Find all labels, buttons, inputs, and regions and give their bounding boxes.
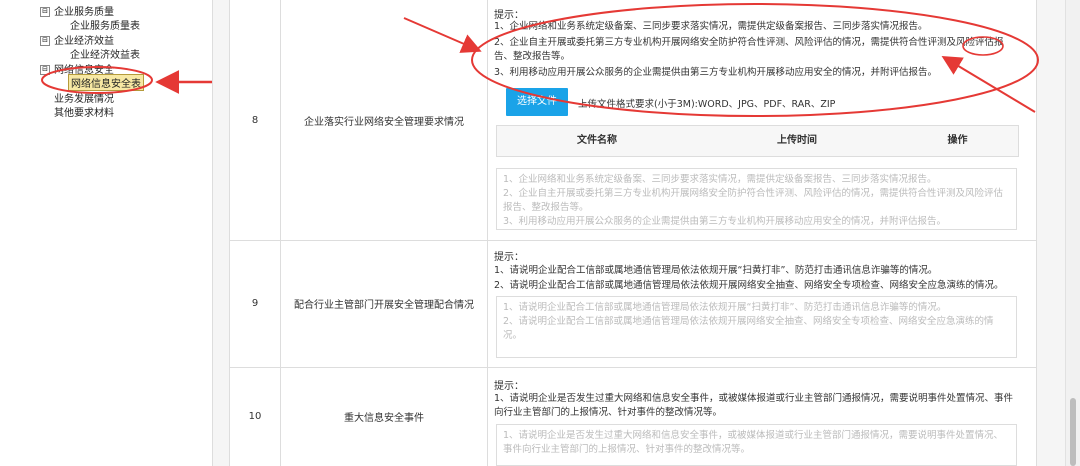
hint-title: 提示： [494,252,524,263]
row-number: 9 [230,240,281,367]
vertical-scrollbar[interactable] [1065,0,1080,466]
tree-item-economic-table[interactable]: 企业经济效益表 [70,46,140,61]
sidebar-tree: ⊟ 企业服务质量 企业服务质量表 ⊟ 企业经济效益 企业经济效益表 ⊟ 网络信息安全 … [0,0,213,466]
tree-node-economic[interactable]: ⊟ 企业经济效益 [40,32,114,47]
description-textarea[interactable]: 1、请说明企业是否发生过重大网络和信息安全事件，或被媒体报道或行业主管部门通报情… [496,424,1017,466]
upload-format-tip: 上传文件格式要求(小于3M):WORD、JPG、PDF、RAR、ZIP [578,99,836,110]
hint-line: 2、请说明企业配合工信部或属地通信管理局依法依规开展网络安全抽查、网络安全专项检… [494,280,1004,291]
hint-title: 提示： [494,381,524,392]
row-content: 提示： 1、请说明企业配合工信部或属地通信管理局依法依规开展“扫黄打非”、防范打… [488,240,1036,367]
tree-item-business-development[interactable]: 业务发展情况 [54,90,114,105]
upload-time-header: 上传时间 [777,135,817,146]
row-content: 提示： 1、企业网络和业务系统定级备案、三同步要求落实情况，需提供定级备案报告、… [488,0,1036,240]
row-item-name: 重大信息安全事件 [281,367,488,466]
main-content: 8 企业落实行业网络安全管理要求情况 提示： 1、企业网络和业务系统定级备案、三… [213,0,1065,466]
hint-line: 3、利用移动应用开展公众服务的企业需提供由第三方专业机构开展移动应用安全的情况，… [494,67,938,78]
description-textarea[interactable]: 1、请说明企业配合工信部或属地通信管理局依法依规开展“扫黄打非”、防范打击通讯信… [496,296,1017,358]
tree-node-service-quality[interactable]: ⊟ 企业服务质量 [40,3,114,18]
description-textarea[interactable]: 1、企业网络和业务系统定级备案、三同步要求落实情况，需提供定级备案报告、三同步落… [496,168,1017,230]
requirements-table: 8 企业落实行业网络安全管理要求情况 提示： 1、企业网络和业务系统定级备案、三… [229,0,1037,466]
choose-file-button[interactable]: 选择文件 [506,88,568,116]
file-name-header: 文件名称 [577,135,617,146]
tree-item-other-materials[interactable]: 其他要求材料 [54,104,114,119]
hint-line: 1、请说明企业是否发生过重大网络和信息安全事件，或被媒体报道或行业主管部门通报情… [494,393,1014,418]
row-number: 8 [230,0,281,240]
row-item-name: 配合行业主管部门开展安全管理配合情况 [281,240,488,367]
hint-line: 1、请说明企业配合工信部或属地通信管理局依法依规开展“扫黄打非”、防范打击通讯信… [494,265,938,276]
collapse-icon[interactable]: ⊟ [40,65,50,75]
row-number: 10 [230,367,281,466]
table-row: 10 重大信息安全事件 提示： 1、请说明企业是否发生过重大网络和信息安全事件，… [230,367,1036,466]
scrollbar-thumb[interactable] [1070,398,1076,466]
file-list-header: 文件名称 上传时间 操作 [496,125,1019,157]
tree-item-service-quality-table[interactable]: 企业服务质量表 [70,17,140,32]
hint-line: 1、企业网络和业务系统定级备案、三同步要求落实情况，需提供定级备案报告、三同步落… [494,21,928,32]
row-item-name: 企业落实行业网络安全管理要求情况 [281,0,488,240]
hint-title: 提示： [494,10,524,21]
hint-line: 2、企业自主开展或委托第三方专业机构开展网络安全防护符合性评测、风险评估的情况，… [494,37,1004,62]
collapse-icon[interactable]: ⊟ [40,36,50,46]
tree-item-netsec-table[interactable]: 网络信息安全表 [68,74,144,91]
table-row: 8 企业落实行业网络安全管理要求情况 提示： 1、企业网络和业务系统定级备案、三… [230,0,1036,241]
table-row: 9 配合行业主管部门开展安全管理配合情况 提示： 1、请说明企业配合工信部或属地… [230,240,1036,368]
collapse-icon[interactable]: ⊟ [40,7,50,17]
row-content: 提示： 1、请说明企业是否发生过重大网络和信息安全事件，或被媒体报道或行业主管部… [488,367,1036,466]
action-header: 操作 [947,135,968,146]
